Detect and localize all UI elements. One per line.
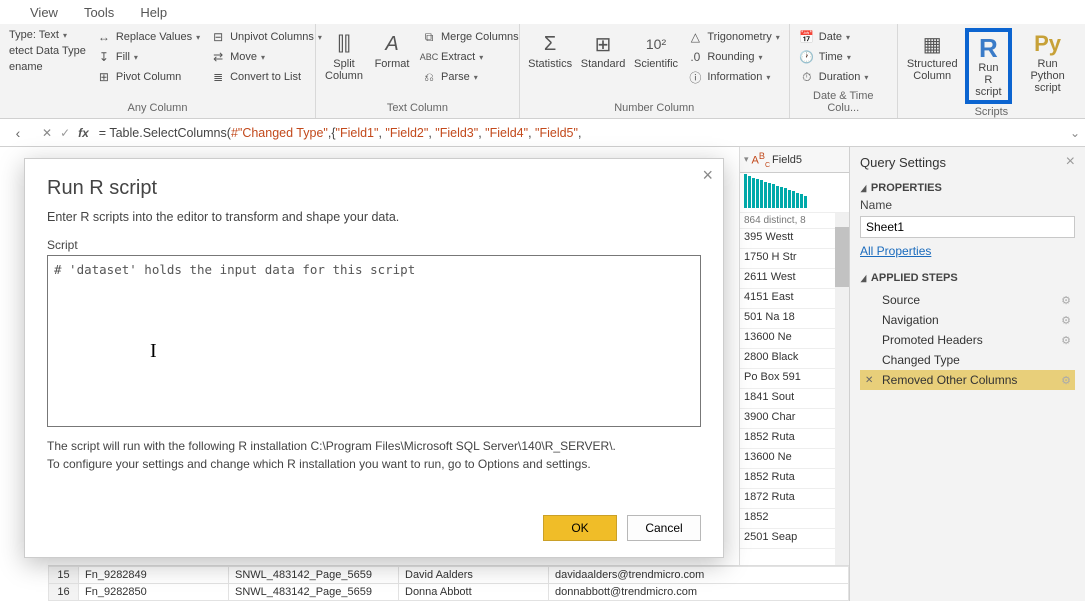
pivot-column-button[interactable]: ⊞Pivot Column <box>93 68 203 86</box>
preview-cell[interactable]: 1872 Ruta <box>740 489 849 509</box>
gear-icon[interactable]: ⚙ <box>1061 334 1071 347</box>
standard-button[interactable]: ⊞Standard <box>578 28 627 100</box>
run-r-script-dialog: × Run R script Enter R scripts into the … <box>24 158 724 558</box>
gear-icon[interactable]: ⚙ <box>1061 314 1071 327</box>
preview-cell[interactable]: 1852 <box>740 509 849 529</box>
text-cursor-icon: I <box>150 340 157 363</box>
group-datetime-column: Date & Time Colu... <box>796 90 891 114</box>
dialog-info-2: To configure your settings and change wh… <box>47 455 701 473</box>
table-row[interactable]: 16 Fn_9282850 SNWL_483142_Page_5659 Donn… <box>49 584 849 601</box>
type-icon: ABC <box>752 151 771 169</box>
data-grid-rows: 15 Fn_9282849 SNWL_483142_Page_5659 Davi… <box>48 565 849 601</box>
menu-bar: View Tools Help <box>0 0 1085 24</box>
column-preview-field5: ▾ ABC Field5 864 distinct, 8 395 Westt17… <box>739 147 849 601</box>
ok-button[interactable]: OK <box>543 515 617 541</box>
step-source[interactable]: Source⚙ <box>860 290 1075 310</box>
dialog-subtitle: Enter R scripts into the editor to trans… <box>47 210 701 224</box>
dialog-title: Run R script <box>47 177 701 200</box>
group-any-column: Any Column <box>6 102 309 114</box>
fx-icon[interactable]: fx <box>78 126 89 140</box>
preview-cell[interactable]: 1852 Ruta <box>740 469 849 489</box>
preview-cell[interactable]: Po Box 591 <box>740 369 849 389</box>
query-settings-panel: × Query Settings PROPERTIES Name All Pro… <box>849 147 1085 601</box>
statistics-button[interactable]: ΣStatistics <box>526 28 575 100</box>
run-r-script-button[interactable]: RRun R script <box>965 28 1013 104</box>
script-label: Script <box>47 238 701 252</box>
preview-cell[interactable]: 4151 East <box>740 289 849 309</box>
dialog-info-1: The script will run with the following R… <box>47 437 701 455</box>
preview-cell[interactable]: 395 Westt <box>740 229 849 249</box>
column-distribution-chart <box>740 173 849 213</box>
commit-formula-icon[interactable]: ✓ <box>60 126 70 140</box>
gear-icon[interactable]: ⚙ <box>1061 374 1071 387</box>
step-changed-type[interactable]: Changed Type <box>860 350 1075 370</box>
merge-columns-button[interactable]: ⧉Merge Columns <box>418 28 522 46</box>
menu-tools[interactable]: Tools <box>84 5 114 20</box>
data-type-dropdown[interactable]: Type: Text▾ <box>6 28 89 42</box>
menu-help[interactable]: Help <box>140 5 167 20</box>
cancel-button[interactable]: Cancel <box>627 515 701 541</box>
menu-view[interactable]: View <box>30 5 58 20</box>
preview-cell[interactable]: 13600 Ne <box>740 449 849 469</box>
group-number-column: Number Column <box>526 102 783 114</box>
preview-cell[interactable]: 2501 Seap <box>740 529 849 549</box>
trigonometry-button[interactable]: △Trigonometry▾ <box>684 28 782 46</box>
gear-icon[interactable]: ⚙ <box>1061 294 1071 307</box>
move-button[interactable]: ⇄Move▾ <box>207 48 325 66</box>
cancel-formula-icon[interactable]: ✕ <box>42 126 52 140</box>
time-button[interactable]: 🕐Time▾ <box>796 48 872 66</box>
fill-button[interactable]: ↧Fill▾ <box>93 48 203 66</box>
date-button[interactable]: 📅Date▾ <box>796 28 872 46</box>
properties-section[interactable]: PROPERTIES <box>860 182 1075 194</box>
preview-cell[interactable]: 3900 Char <box>740 409 849 429</box>
ribbon: Type: Text▾ etect Data Type ename ↔Repla… <box>0 24 1085 119</box>
preview-cell[interactable]: 13600 Ne <box>740 329 849 349</box>
preview-cell[interactable]: 2611 West <box>740 269 849 289</box>
distinct-count: 864 distinct, 8 <box>740 213 849 229</box>
name-label: Name <box>860 198 1075 212</box>
group-text-column: Text Column <box>322 102 513 114</box>
applied-steps-section[interactable]: APPLIED STEPS <box>860 272 1075 284</box>
structured-column-button[interactable]: ▦Structured Column <box>904 28 961 104</box>
script-textarea[interactable] <box>47 255 701 427</box>
group-scripts: Scripts <box>904 106 1079 118</box>
duration-button[interactable]: ⏱Duration▾ <box>796 68 872 86</box>
preview-cell[interactable]: 1841 Sout <box>740 389 849 409</box>
detect-data-type-button[interactable]: etect Data Type <box>6 44 89 58</box>
extract-button[interactable]: ABCExtract▾ <box>418 48 522 66</box>
step-navigation[interactable]: Navigation⚙ <box>860 310 1075 330</box>
step-removed-other-columns[interactable]: Removed Other Columns⚙ <box>860 370 1075 390</box>
nav-back-button[interactable]: ‹ <box>0 125 36 141</box>
all-properties-link[interactable]: All Properties <box>860 244 931 258</box>
query-name-input[interactable] <box>860 216 1075 238</box>
preview-cell[interactable]: 1852 Ruta <box>740 429 849 449</box>
preview-cell[interactable]: 2800 Black <box>740 349 849 369</box>
parse-button[interactable]: ⎌Parse▾ <box>418 68 522 86</box>
scientific-button[interactable]: 10²Scientific <box>632 28 681 100</box>
preview-cell[interactable]: 501 Na 18 <box>740 309 849 329</box>
replace-values-button[interactable]: ↔Replace Values▾ <box>93 28 203 46</box>
information-button[interactable]: ⓘInformation▾ <box>684 68 782 86</box>
formula-bar: ‹ ✕ ✓ fx = Table.SelectColumns(#"Changed… <box>0 119 1085 147</box>
vertical-scrollbar[interactable] <box>835 213 849 601</box>
rename-button[interactable]: ename <box>6 60 89 74</box>
formula-input[interactable]: = Table.SelectColumns(#"Changed Type",{"… <box>95 123 1065 142</box>
close-panel-icon[interactable]: × <box>1066 153 1075 171</box>
preview-cell[interactable]: 1750 H Str <box>740 249 849 269</box>
rounding-button[interactable]: .0Rounding▾ <box>684 48 782 66</box>
run-python-script-button[interactable]: PyRun Python script <box>1016 28 1079 104</box>
column-header-field5[interactable]: ▾ ABC Field5 <box>740 147 849 173</box>
format-button[interactable]: AFormat <box>370 28 414 100</box>
split-column-button[interactable]: ⫿⫿Split Column <box>322 28 366 100</box>
close-dialog-icon[interactable]: × <box>702 165 713 186</box>
step-promoted-headers[interactable]: Promoted Headers⚙ <box>860 330 1075 350</box>
convert-to-list-button[interactable]: ≣Convert to List <box>207 68 325 86</box>
table-row[interactable]: 15 Fn_9282849 SNWL_483142_Page_5659 Davi… <box>49 567 849 584</box>
panel-title: Query Settings <box>860 153 1075 176</box>
unpivot-columns-button[interactable]: ⊟Unpivot Columns▾ <box>207 28 325 46</box>
formula-expand-icon[interactable]: ⌄ <box>1065 126 1085 140</box>
